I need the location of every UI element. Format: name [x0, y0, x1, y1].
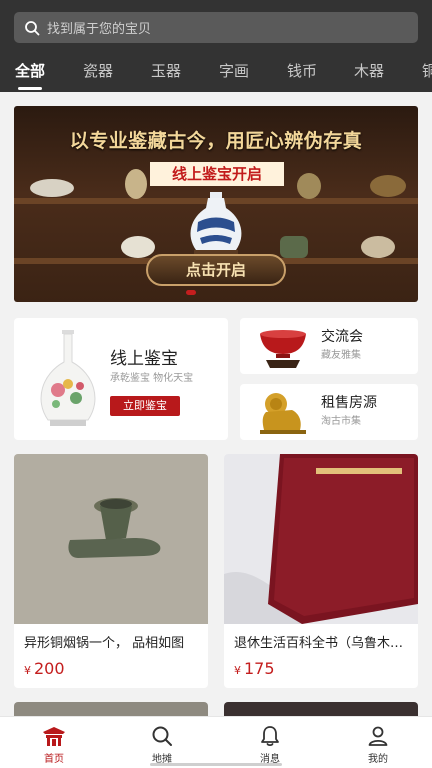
- golden-lion-icon: [260, 393, 306, 434]
- product-image: [14, 454, 208, 624]
- category-tabs: 全部 瓷器 玉器 字画 钱币 木器 铜: [0, 54, 432, 92]
- bell-icon: [261, 726, 279, 747]
- rental-listings-card[interactable]: 租售房源 淘古市集: [240, 384, 418, 440]
- search-icon: [25, 20, 40, 35]
- nav-profile[interactable]: 我的: [324, 717, 432, 768]
- ceramic-bowl-icon: [260, 330, 306, 368]
- active-tab-indicator: [18, 87, 42, 90]
- service-title: 租售房源: [321, 395, 377, 411]
- user-icon: [368, 726, 388, 746]
- promo-banner[interactable]: 以专业鉴藏古今，用匠心辨伪存真 线上鉴宝开启 点击开启: [14, 106, 418, 302]
- appraise-now-button[interactable]: 立即鉴宝: [110, 396, 180, 416]
- banner-title: 以专业鉴藏古今，用匠心辨伪存真: [69, 130, 363, 152]
- vase-decoration: [297, 173, 321, 199]
- carousel-indicator: [186, 290, 196, 295]
- jar-decoration: [30, 179, 74, 197]
- tab-woodwork[interactable]: 木器: [354, 60, 384, 81]
- service-desc: 藏友雅集: [321, 350, 361, 361]
- price-currency: ¥: [234, 664, 241, 677]
- service-title: 交流会: [321, 329, 363, 345]
- home-indicator: [150, 763, 282, 766]
- price-value: 200: [34, 659, 65, 678]
- price-value: 175: [244, 659, 275, 678]
- product-price: ¥175: [234, 659, 275, 678]
- service-desc: 淘古市集: [321, 416, 361, 427]
- porcelain-vase-icon: [40, 330, 96, 426]
- online-appraisal-card[interactable]: 线上鉴宝 承乾鉴宝 物化天宝 立即鉴宝: [14, 318, 228, 440]
- bottom-navigation: 首页 地摊 消息 我的: [0, 716, 432, 768]
- banner-subtitle: 线上鉴宝开启: [150, 162, 284, 186]
- vase-decoration: [125, 169, 147, 199]
- price-currency: ¥: [24, 664, 31, 677]
- tab-coins[interactable]: 钱币: [287, 60, 317, 81]
- nav-label: 我的: [368, 754, 388, 765]
- nav-messages[interactable]: 消息: [216, 717, 324, 768]
- tab-bronze[interactable]: 铜: [422, 60, 432, 81]
- vessel-decoration: [280, 236, 308, 258]
- nav-stall[interactable]: 地摊: [108, 717, 216, 768]
- search-bar[interactable]: 找到属于您的宝贝: [14, 12, 418, 43]
- nav-label: 首页: [44, 754, 64, 765]
- bowl-decoration: [370, 175, 406, 197]
- top-header: 找到属于您的宝贝 全部 瓷器 玉器 字画 钱币 木器 铜: [0, 0, 432, 92]
- search-placeholder: 找到属于您的宝贝: [47, 22, 152, 37]
- product-card[interactable]: 异形铜烟锅一个， 品相如图 ¥200: [14, 454, 208, 688]
- service-title: 线上鉴宝: [110, 349, 178, 369]
- service-desc: 承乾鉴宝 物化天宝: [110, 373, 194, 384]
- plate-decoration: [361, 236, 395, 258]
- tab-calligraphy[interactable]: 字画: [219, 60, 249, 81]
- product-name: 异形铜烟锅一个， 品相如图: [24, 636, 185, 651]
- nav-home[interactable]: 首页: [0, 717, 108, 768]
- tab-all[interactable]: 全部: [15, 60, 45, 81]
- blue-white-vase-illustration: [190, 192, 242, 258]
- exchange-meeting-card[interactable]: 交流会 藏友雅集: [240, 318, 418, 374]
- home-pavilion-icon: [43, 727, 65, 746]
- tab-jade[interactable]: 玉器: [151, 60, 181, 81]
- product-image: [224, 454, 418, 624]
- banner-start-button[interactable]: 点击开启: [146, 254, 286, 286]
- product-price: ¥200: [24, 659, 65, 678]
- product-card[interactable]: 退休生活百科全书（乌鲁木齐） ¥175: [224, 454, 418, 688]
- search-icon: [152, 726, 172, 746]
- product-name: 退休生活百科全书（乌鲁木齐）: [234, 636, 410, 651]
- carousel-dot-active: [186, 290, 196, 295]
- tab-porcelain[interactable]: 瓷器: [83, 60, 113, 81]
